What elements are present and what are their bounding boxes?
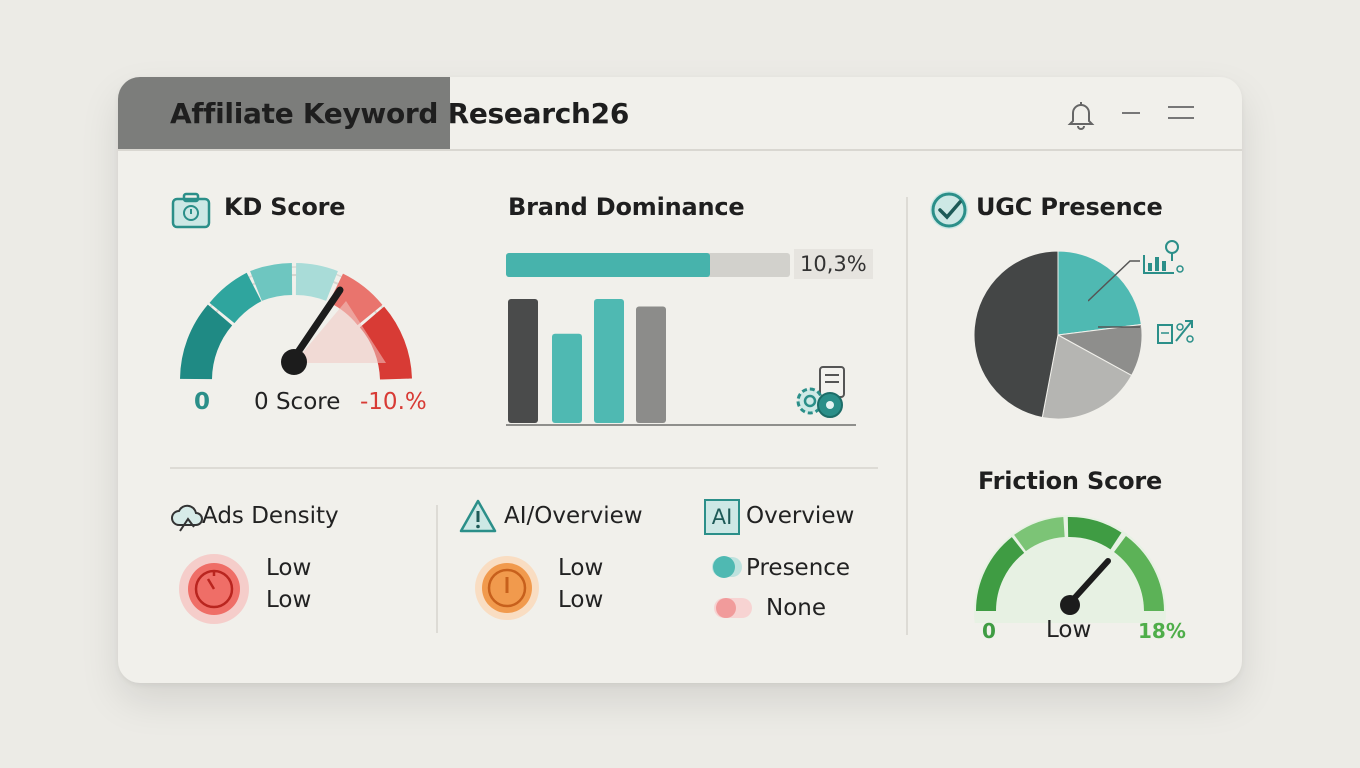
ai-badge: AI [704, 499, 740, 535]
ads-density-status-icon [176, 551, 252, 631]
kd-score-min: 0 [194, 389, 211, 415]
ads-density-value-2: Low [266, 587, 312, 613]
kd-score-gauge [174, 243, 414, 387]
friction-score-min: 0 [982, 619, 996, 643]
brand-dominance-percent: 10,3% [794, 249, 873, 279]
friction-score-max: 18% [1138, 619, 1186, 643]
brand-bar-1 [508, 299, 538, 423]
title-bar: Affiliate Keyword Research26 [118, 77, 1242, 151]
ai-overview-status-icon [472, 553, 542, 627]
ugc-slice-4 [973, 250, 1059, 419]
ai-overview-alert-title: AI/Overview [504, 503, 643, 529]
row-divider [170, 467, 878, 469]
settings-gear-icon [786, 363, 856, 427]
friction-score-value: Low [1046, 617, 1092, 643]
kd-score-title: KD Score [224, 193, 346, 221]
briefcase-icon [170, 191, 212, 235]
none-radio[interactable] [712, 595, 754, 625]
ai-overview-alert-value-1: Low [558, 555, 604, 581]
ugc-presence-title: UGC Presence [976, 193, 1163, 221]
bell-icon[interactable] [1066, 99, 1096, 135]
check-circle-icon [928, 189, 970, 235]
ai-overview-alert-value-2: Low [558, 587, 604, 613]
analytics-icon [1138, 237, 1188, 287]
ai-overview-title: Overview [746, 503, 855, 529]
brand-dominance-progress [506, 253, 790, 277]
ads-density-title: Ads Density [202, 503, 339, 529]
dashboard-window: Affiliate Keyword Research26 KD Score 0 … [118, 77, 1242, 683]
ads-density-value-1: Low [266, 555, 312, 581]
column-divider [906, 197, 908, 635]
presence-label: Presence [746, 555, 851, 581]
friction-score-title: Friction Score [978, 467, 1163, 495]
menu-icon[interactable] [1166, 103, 1196, 127]
brand-bar-2 [552, 333, 582, 423]
growth-icon [1154, 313, 1198, 353]
none-label: None [766, 595, 827, 621]
presence-radio[interactable] [710, 553, 744, 585]
brand-bar-4 [636, 306, 666, 423]
brand-dominance-title: Brand Dominance [508, 193, 745, 221]
minimize-icon[interactable] [1120, 105, 1142, 125]
window-title: Affiliate Keyword Research26 [170, 97, 630, 130]
kd-score-value: 0 Score [254, 389, 341, 415]
cloud-icon [170, 501, 204, 539]
warning-icon [458, 497, 498, 539]
brand-bar-3 [594, 299, 624, 423]
friction-score-gauge [964, 503, 1176, 683]
kd-score-max: -10.% [360, 389, 427, 415]
brand-dominance-progress-fill [506, 253, 711, 277]
bottom-divider-1 [436, 505, 438, 633]
